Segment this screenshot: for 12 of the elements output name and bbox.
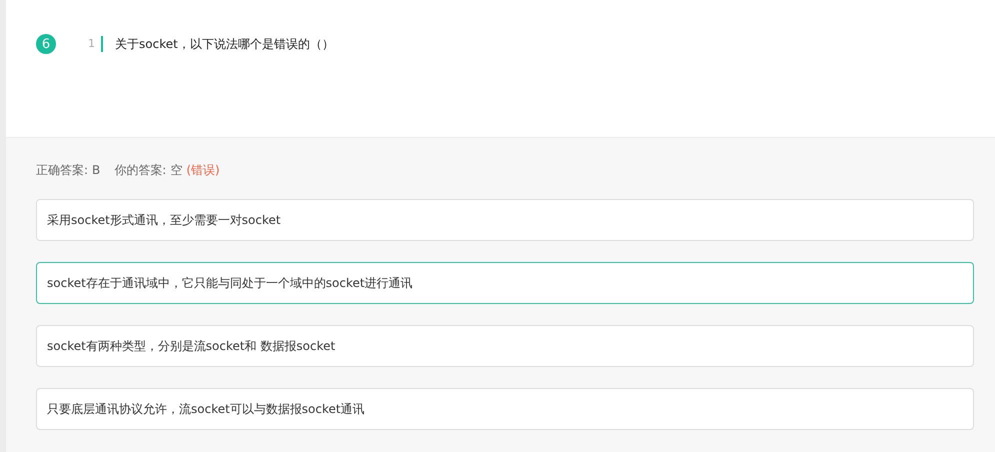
- answer-option[interactable]: socket存在于通讯域中，它只能与同处于一个域中的socket进行通讯: [36, 262, 974, 304]
- answer-option[interactable]: 采用socket形式通讯，至少需要一对socket: [36, 199, 974, 241]
- correct-answer-label: 正确答案:: [36, 162, 88, 178]
- your-answer-label: 你的答案:: [114, 162, 166, 178]
- question-text: 关于socket，以下说法哪个是错误的（）: [115, 36, 334, 53]
- correct-answer-value: B: [92, 163, 100, 177]
- verdict-text: (错误): [186, 162, 220, 178]
- question-number-badge: 6: [36, 34, 56, 54]
- answer-option[interactable]: socket有两种类型，分别是流socket和 数据报socket: [36, 325, 974, 367]
- answer-option[interactable]: 只要底层通讯协议允许，流socket可以与数据报socket通讯: [36, 388, 974, 430]
- line-number: 1: [88, 36, 103, 52]
- your-answer-value: 空: [170, 162, 182, 178]
